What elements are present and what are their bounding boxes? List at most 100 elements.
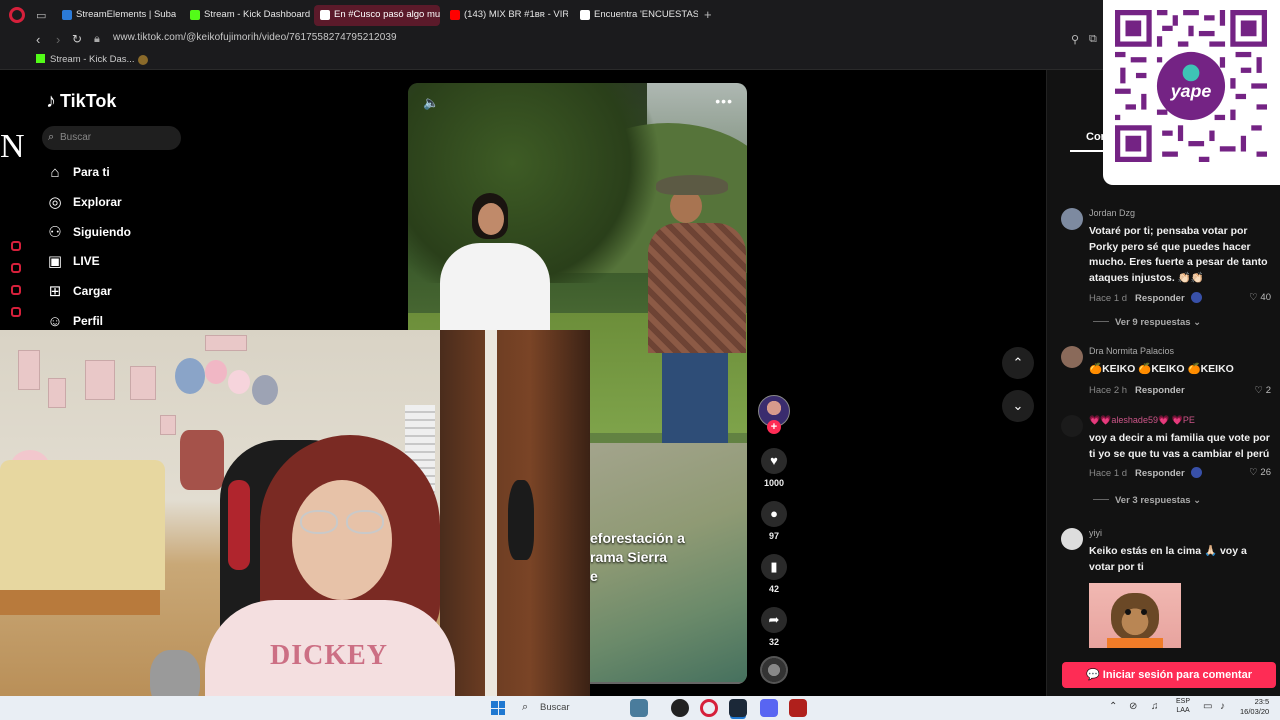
workspaces-icon[interactable]: ▭ — [36, 9, 46, 22]
comment-button[interactable]: ● 97 — [761, 501, 787, 541]
shirt-print: DICKEY — [270, 640, 389, 671]
tab-tiktok-active[interactable]: En #Cusco pasó algo muy — [314, 5, 440, 26]
steam-icon[interactable] — [729, 699, 747, 717]
nav-siguiendo[interactable]: ⚇ Siguiendo — [46, 222, 226, 244]
forward-icon[interactable]: › — [56, 32, 60, 47]
aria-icon[interactable] — [11, 241, 21, 251]
save-button[interactable]: ▮ 42 — [761, 554, 787, 594]
clock-time: 23:5 — [1254, 697, 1270, 706]
comment-text: voy a decir a mi familia que vote por ti… — [1089, 432, 1270, 460]
nav-para-ti[interactable]: ⌂ Para ti — [46, 162, 226, 184]
bed — [0, 460, 165, 590]
nav-cargar[interactable]: ⊞ Cargar — [46, 281, 226, 303]
search-icon[interactable]: ⌕ — [522, 701, 528, 714]
commenter-name[interactable]: Jordan Dzg — [1089, 208, 1135, 218]
reload-icon[interactable]: ↻ — [72, 32, 82, 46]
login-button-label: Iniciar sesión para comentar — [1102, 669, 1252, 681]
plush-toy — [252, 375, 278, 405]
url-field[interactable]: www.tiktok.com/@keikofujimorih/video/761… — [113, 32, 397, 43]
more-options-icon[interactable]: ••• — [715, 93, 733, 109]
view-replies-button[interactable]: Ver 3 respuestas ⌄ — [1093, 495, 1201, 506]
taskbar-search[interactable]: Buscar — [540, 702, 570, 713]
view-replies-label: Ver 3 respuestas — [1115, 495, 1191, 506]
game-app-icon[interactable] — [789, 699, 807, 717]
commenter-avatar[interactable] — [1061, 208, 1083, 230]
search-input[interactable]: ⌕ Buscar — [42, 126, 181, 150]
network-icon[interactable]: ▭ — [1203, 701, 1212, 712]
comment-gif-image[interactable] — [1089, 583, 1181, 648]
kick-favicon-icon — [190, 10, 200, 20]
tiktok-favicon-icon — [580, 10, 590, 20]
previous-video-button[interactable]: ⌃ — [1002, 347, 1034, 379]
yape-logo-text: yape — [1170, 81, 1212, 101]
tray-chevron-icon[interactable]: ⌃ — [1109, 701, 1117, 712]
tab-label: Encuentra 'ENCUESTAS PI — [594, 9, 698, 20]
nav-explorar[interactable]: ◎ Explorar — [46, 192, 226, 214]
messenger-icon[interactable] — [11, 263, 21, 273]
tiktok-logo[interactable]: ♪ TikTok — [46, 90, 116, 113]
instagram-icon[interactable] — [11, 307, 21, 317]
flag-icon — [1190, 292, 1202, 303]
commenter-avatar[interactable] — [1061, 346, 1083, 368]
tab-kick-dashboard[interactable]: Stream - Kick Dashboard — [184, 5, 310, 26]
commenter-avatar[interactable] — [1061, 415, 1083, 437]
comment-like[interactable]: ♡ 40 — [1249, 292, 1271, 303]
twitch-icon[interactable] — [11, 285, 21, 295]
commenter-name[interactable]: 💗💗aleshade59💗 💗PE — [1089, 415, 1195, 426]
upload-icon: ⊞ — [48, 283, 62, 300]
volume-tray-icon[interactable]: ♪ — [1220, 701, 1225, 712]
bookmark-icon[interactable] — [138, 55, 148, 65]
weather-widget-icon[interactable] — [630, 699, 648, 717]
like-button[interactable]: ♥ 1000 — [761, 448, 787, 488]
back-icon[interactable]: ‹ — [36, 32, 40, 47]
tray-icon[interactable]: ⊘ — [1129, 701, 1137, 712]
windows-start-icon[interactable] — [491, 701, 505, 715]
view-replies-button[interactable]: Ver 9 respuestas ⌄ — [1093, 317, 1201, 328]
home-icon: ⌂ — [50, 164, 60, 181]
snapshot-icon[interactable]: ⧉ — [1089, 33, 1097, 46]
system-clock[interactable]: 23:5 16/03/20 — [1240, 697, 1269, 717]
reply-button[interactable]: Responder — [1135, 468, 1185, 479]
heart-icon: ♥ — [761, 448, 787, 474]
search-placeholder: Buscar — [60, 132, 92, 143]
microphone-icon[interactable]: ♫ — [1151, 701, 1159, 712]
comment-meta: Hace 1 d Responder — [1089, 467, 1202, 479]
comment-text: 🍊KEIKO 🍊KEIKO 🍊KEIKO — [1089, 363, 1234, 375]
commenter-name[interactable]: Dra Normita Palacios — [1089, 346, 1174, 356]
reply-button[interactable]: Responder — [1135, 293, 1185, 304]
save-count: 42 — [768, 584, 779, 594]
commenter-name[interactable]: yiyi — [1089, 528, 1102, 538]
comment-time: Hace 1 d — [1089, 293, 1128, 304]
bookmark-icon: ▮ — [761, 554, 787, 580]
music-disc-icon[interactable] — [760, 656, 788, 684]
comment-time: Hace 2 h — [1089, 385, 1128, 396]
comment-like[interactable]: ♡ 26 — [1249, 467, 1271, 478]
follow-plus-icon[interactable]: + — [767, 420, 781, 434]
reply-button[interactable]: Responder — [1135, 385, 1185, 396]
new-tab-button[interactable]: + — [704, 7, 712, 22]
share-icon: ➦ — [761, 607, 787, 633]
comment-like-count: 2 — [1265, 385, 1271, 396]
nav-live[interactable]: ▣ LIVE — [46, 251, 226, 273]
login-to-comment-button[interactable]: 💬 Iniciar sesión para comentar — [1062, 662, 1276, 688]
tab-streamelements[interactable]: StreamElements | Subatho — [56, 5, 176, 26]
wall-poster — [48, 378, 66, 408]
bookmark-kick[interactable]: Stream - Kick Das... — [36, 54, 134, 65]
commenter-avatar[interactable] — [1061, 528, 1083, 550]
tab-youtube[interactable]: (143) MIX BR #1ʙʀ - VIRRS — [444, 5, 568, 26]
profile-icon: ☺ — [47, 313, 63, 330]
tab-tiktok-search[interactable]: Encuentra 'ENCUESTAS PI — [574, 5, 698, 26]
language-indicator[interactable]: ESP LAA — [1176, 697, 1190, 715]
obs-icon[interactable] — [671, 699, 689, 717]
opera-logo-icon[interactable] — [9, 7, 25, 23]
dog-image — [1111, 593, 1159, 641]
next-video-button[interactable]: ⌄ — [1002, 390, 1034, 422]
comment-like[interactable]: ♡ 2 — [1255, 385, 1271, 396]
streamelements-favicon-icon — [62, 10, 72, 20]
share-button[interactable]: ➦ 32 — [761, 607, 787, 647]
pin-icon[interactable]: ⚲ — [1071, 33, 1079, 46]
opera-taskbar-icon[interactable] — [700, 699, 718, 717]
discord-icon[interactable] — [760, 699, 778, 717]
volume-icon[interactable]: 🔈 — [423, 95, 439, 111]
following-icon: ⚇ — [48, 224, 62, 241]
